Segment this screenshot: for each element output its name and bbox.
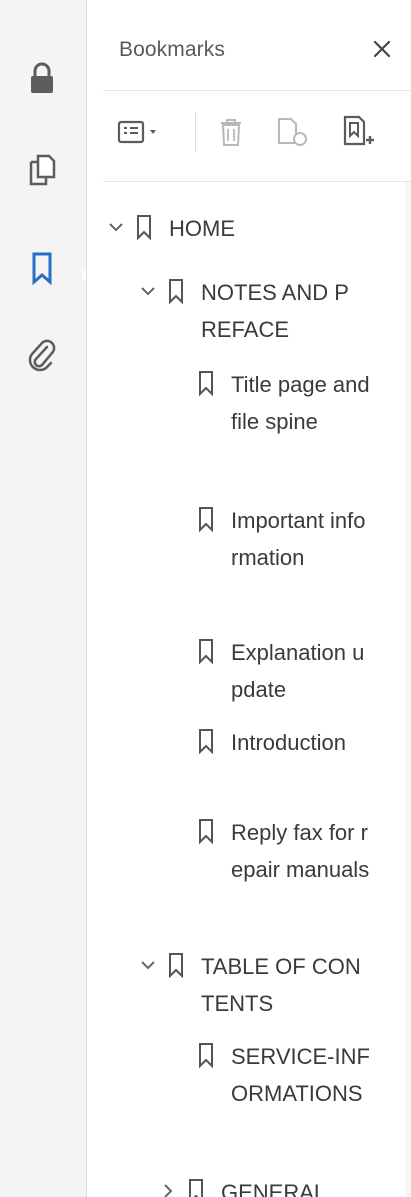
new-bookmark-icon <box>278 118 307 146</box>
bookmark-icon <box>165 278 187 308</box>
new-bookmark-button[interactable] <box>275 110 309 154</box>
bookmarks-toolbar <box>87 100 411 170</box>
bookmark-icon <box>185 1178 207 1197</box>
bookmark-icon <box>195 370 217 400</box>
bookmark-item-important-information[interactable]: Important information <box>189 502 395 576</box>
toolbar-divider <box>103 181 411 182</box>
bookmark-icon <box>133 214 155 244</box>
pages-icon[interactable] <box>22 150 62 190</box>
bookmark-label: Explanation update <box>231 640 365 702</box>
add-bookmark-button[interactable] <box>341 110 377 154</box>
navigation-rail <box>0 0 88 1197</box>
bookmark-item-general[interactable]: GENERAL <box>157 1174 395 1197</box>
bookmark-item-home[interactable]: HOME <box>105 210 395 247</box>
close-icon <box>373 40 391 58</box>
bookmark-icon[interactable] <box>22 248 62 288</box>
toolbar-separator <box>195 112 196 152</box>
panel-title: Bookmarks <box>119 38 225 61</box>
bookmarks-window: Bookmarks HOME NOTES AND PREFACE Title p… <box>0 0 411 1197</box>
bookmark-icon <box>195 638 217 668</box>
bookmark-item-explanation-update[interactable]: Explanation update <box>189 634 395 708</box>
options-menu-button[interactable] <box>117 110 163 154</box>
bookmark-label: NOTES AND PREFACE <box>201 280 349 342</box>
bookmark-item-service-informations[interactable]: SERVICE-INFORMATIONS <box>189 1038 395 1112</box>
bookmarks-panel: Bookmarks HOME NOTES AND PREFACE Title p… <box>87 0 411 1197</box>
bookmark-label: TABLE OF CONTENTS <box>201 954 361 1016</box>
bookmark-label: Important information <box>231 508 366 570</box>
close-button[interactable] <box>367 34 397 64</box>
bookmark-label: Reply fax for repair manuals <box>231 820 370 882</box>
chevron-right-icon[interactable] <box>157 1178 179 1197</box>
bookmark-item-title-page[interactable]: Title page and file spine <box>189 366 395 440</box>
bookmark-label: GENERAL <box>221 1180 327 1197</box>
delete-bookmark-icon <box>221 119 241 146</box>
delete-bookmark-button[interactable] <box>217 110 245 154</box>
lock-icon[interactable] <box>22 58 62 98</box>
bookmark-item-table-of-contents[interactable]: TABLE OF CONTENTS <box>137 948 395 1022</box>
bookmark-label: Title page and file spine <box>231 372 370 434</box>
bookmark-item-notes-and-preface[interactable]: NOTES AND PREFACE <box>137 274 395 348</box>
bookmark-icon <box>195 728 217 758</box>
bookmark-item-introduction[interactable]: Introduction <box>189 724 395 761</box>
bookmark-icon <box>195 818 217 848</box>
bookmark-label: HOME <box>169 216 235 241</box>
bookmark-item-reply-fax[interactable]: Reply fax for repair manuals <box>189 814 395 888</box>
tree-scrollbar[interactable] <box>405 182 411 1197</box>
options-menu-icon <box>117 120 156 144</box>
header-divider <box>103 90 411 91</box>
bookmark-icon <box>195 506 217 536</box>
add-bookmark-icon <box>343 115 374 146</box>
bookmark-label: Introduction <box>231 730 346 755</box>
attachment-icon[interactable] <box>22 336 62 376</box>
chevron-down-icon[interactable] <box>105 214 127 240</box>
bookmark-icon <box>165 952 187 982</box>
chevron-down-icon[interactable] <box>137 278 159 304</box>
bookmark-icon <box>195 1042 217 1072</box>
bookmark-label: SERVICE-INFORMATIONS <box>231 1044 370 1106</box>
chevron-down-icon[interactable] <box>137 952 159 978</box>
